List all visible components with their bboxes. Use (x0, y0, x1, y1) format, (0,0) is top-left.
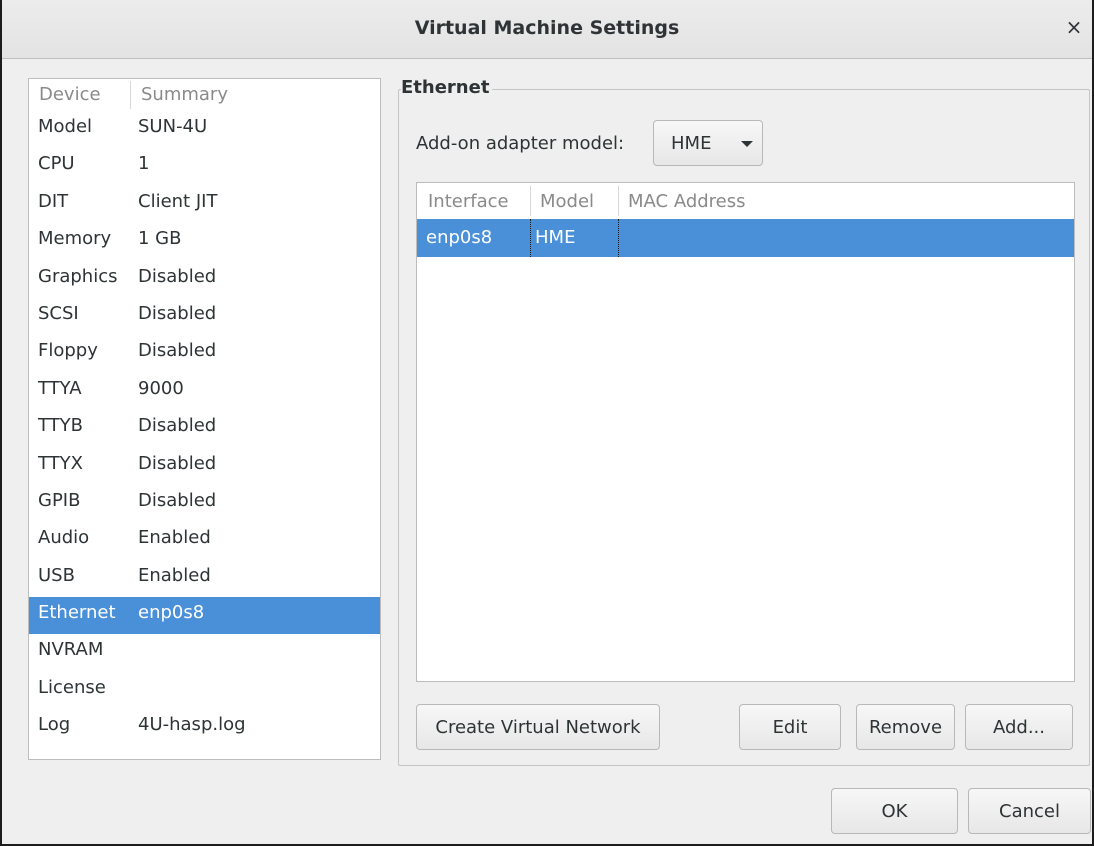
mac-column-header[interactable]: MAC Address (628, 191, 746, 212)
device-summary: Client JIT (138, 190, 218, 212)
summary-column-header[interactable]: Summary (141, 84, 228, 105)
device-name: Floppy (38, 340, 98, 362)
device-list[interactable]: Device Summary Model SUN-4U CPU 1 DIT Clien… (28, 78, 381, 760)
title-bar: Virtual Machine Settings × (2, 0, 1092, 59)
interface-cell: enp0s8 (426, 227, 493, 248)
device-summary: 1 (138, 153, 150, 175)
table-row[interactable]: enp0s8 HME (417, 219, 1074, 257)
close-icon[interactable]: × (1060, 13, 1088, 41)
device-summary: Disabled (138, 415, 217, 437)
device-row-nvram[interactable]: NVRAM (29, 634, 380, 671)
device-name: SCSI (38, 302, 79, 324)
device-name: Log (38, 714, 71, 736)
device-summary: Disabled (138, 265, 217, 287)
device-name: DIT (38, 190, 69, 212)
device-row-floppy[interactable]: Floppy Disabled (29, 335, 380, 372)
adapter-model-value: HME (671, 133, 712, 154)
device-name: License (38, 676, 106, 698)
device-summary: enp0s8 (138, 602, 205, 624)
device-summary: 4U-hasp.log (138, 714, 246, 736)
device-row-ethernet[interactable]: Ethernet enp0s8 (29, 597, 380, 635)
device-summary: SUN-4U (138, 116, 208, 137)
device-name: TTYX (38, 452, 83, 474)
cell-divider (618, 219, 619, 257)
device-row-audio[interactable]: Audio Enabled (29, 522, 380, 559)
device-row-graphics[interactable]: Graphics Disabled (29, 261, 380, 298)
adapter-model-dropdown[interactable]: HME (653, 120, 763, 166)
edit-button[interactable]: Edit (739, 704, 841, 750)
device-summary: Disabled (138, 340, 217, 362)
device-row-gpib[interactable]: GPIB Disabled (29, 485, 380, 522)
device-name: NVRAM (38, 639, 104, 661)
device-summary: Enabled (138, 527, 211, 549)
device-row-usb[interactable]: USB Enabled (29, 560, 380, 597)
device-name: USB (38, 564, 75, 586)
device-summary: Disabled (138, 489, 217, 511)
device-summary: 9000 (138, 377, 184, 399)
dialog-title: Virtual Machine Settings (414, 17, 680, 39)
device-row-cpu[interactable]: CPU 1 (29, 148, 380, 185)
column-divider (530, 186, 531, 216)
device-summary: Enabled (138, 564, 211, 586)
addon-adapter-label: Add-on adapter model: (416, 133, 625, 154)
device-name: CPU (38, 153, 75, 175)
device-row-dit[interactable]: DIT Client JIT (29, 186, 380, 223)
device-name: TTYB (38, 415, 84, 437)
column-divider (618, 186, 619, 216)
device-summary: Disabled (138, 302, 217, 324)
device-name: Memory (38, 228, 112, 250)
interface-table[interactable]: Interface Model MAC Address enp0s8 HME (416, 182, 1075, 682)
device-row-memory[interactable]: Memory 1 GB (29, 223, 380, 260)
device-column-header[interactable]: Device (39, 84, 101, 105)
interface-table-header: Interface Model MAC Address (417, 183, 1074, 219)
device-row-ttyb[interactable]: TTYB Disabled (29, 410, 380, 447)
device-row-log[interactable]: Log 4U-hasp.log (29, 709, 380, 746)
device-name: Ethernet (38, 602, 116, 624)
device-row-license[interactable]: License (29, 672, 380, 709)
create-virtual-network-button[interactable]: Create Virtual Network (416, 704, 660, 750)
ethernet-frame-label: Ethernet (401, 77, 493, 98)
device-summary: 1 GB (138, 228, 182, 250)
device-row-ttyx[interactable]: TTYX Disabled (29, 448, 380, 485)
device-row-ttya[interactable]: TTYA 9000 (29, 373, 380, 410)
remove-button[interactable]: Remove (856, 704, 955, 750)
device-name: Graphics (38, 265, 118, 287)
chevron-down-icon (741, 141, 753, 147)
device-list-header: Device Summary (29, 79, 380, 111)
device-summary: Disabled (138, 452, 217, 474)
cell-divider (530, 219, 531, 257)
vm-settings-dialog: Virtual Machine Settings × Device Summar… (0, 0, 1094, 846)
device-name: Audio (38, 527, 90, 549)
add-button[interactable]: Add... (965, 704, 1073, 750)
device-name: TTYA (38, 377, 82, 399)
cancel-button[interactable]: Cancel (968, 788, 1091, 834)
device-name: Model (38, 116, 93, 137)
model-cell: HME (535, 227, 576, 248)
device-row-model[interactable]: Model SUN-4U (29, 111, 380, 148)
device-name: GPIB (38, 489, 81, 511)
model-column-header[interactable]: Model (540, 191, 594, 212)
interface-column-header[interactable]: Interface (428, 191, 509, 212)
column-divider (130, 81, 131, 109)
device-row-scsi[interactable]: SCSI Disabled (29, 298, 380, 335)
ok-button[interactable]: OK (831, 788, 958, 834)
